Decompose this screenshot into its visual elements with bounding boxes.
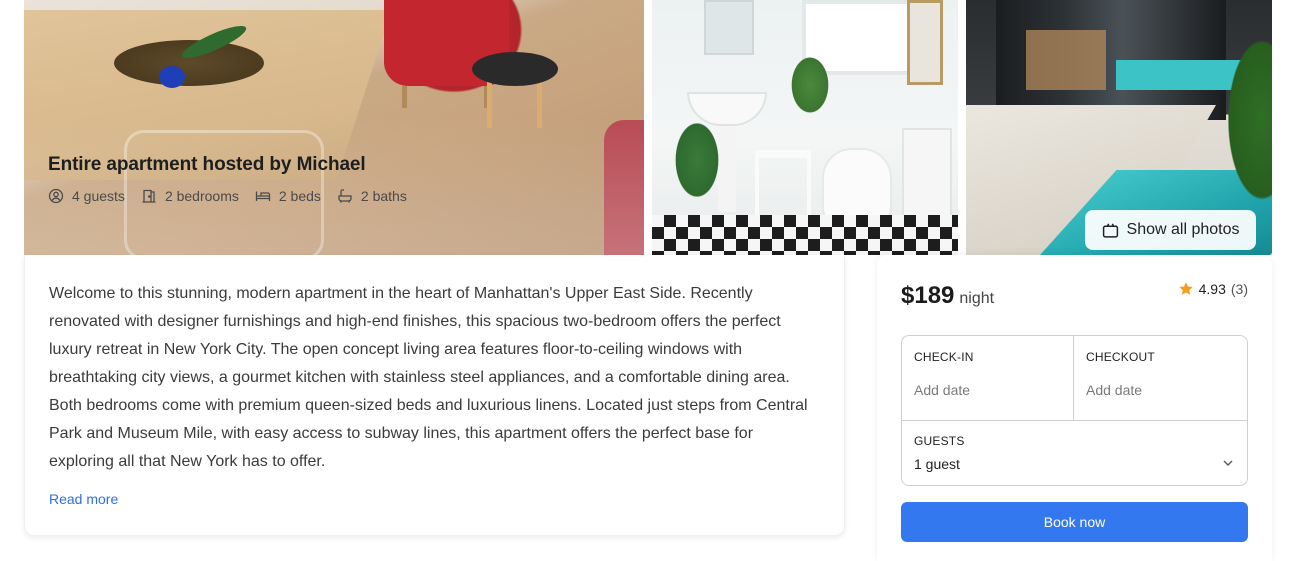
- fact-guests-label: 4 guests: [72, 188, 125, 204]
- tank-decor: [902, 128, 952, 228]
- stool-decor: [755, 150, 811, 222]
- plant-decor: [662, 100, 732, 220]
- cabinet-decor: [907, 0, 943, 85]
- description-text: Welcome to this stunning, modern apartme…: [49, 285, 808, 470]
- price-unit: night: [959, 290, 995, 307]
- checkin-value: Add date: [914, 382, 971, 398]
- checkin-label: CHECK-IN: [914, 350, 974, 364]
- bath-icon: [338, 189, 352, 203]
- price: $189 night: [901, 282, 994, 310]
- interior-decor: [1026, 30, 1106, 90]
- show-all-photos-button[interactable]: Show all photos: [1085, 210, 1256, 250]
- fact-beds-label: 2 beds: [278, 188, 321, 204]
- guests-value: 1 guest: [914, 456, 960, 472]
- review-count: (3): [1230, 281, 1248, 297]
- armchair-leg: [402, 86, 407, 108]
- fact-bedrooms-label: 2 bedrooms: [164, 188, 239, 204]
- photo-shade: [24, 115, 644, 255]
- listing-title: Entire apartment hosted by Michael: [48, 154, 366, 175]
- bed-icon: [255, 191, 271, 201]
- door-icon: [142, 189, 156, 203]
- rating: 4.93 (3): [1178, 281, 1248, 297]
- rating-value: 4.93: [1198, 281, 1226, 297]
- description-card: Welcome to this stunning, modern apartme…: [24, 255, 845, 536]
- flower-decor: [159, 66, 185, 88]
- checker-floor-decor: [652, 215, 958, 255]
- fact-baths: 2 baths: [337, 188, 407, 204]
- user-icon: [48, 188, 64, 204]
- bathroom-photo[interactable]: [652, 0, 958, 255]
- checkout-label: CHECKOUT: [1086, 350, 1155, 364]
- booking-picker: CHECK-IN Add date CHECKOUT Add date GUES…: [901, 335, 1248, 486]
- hanging-plant-decor: [780, 40, 840, 130]
- checkout-field[interactable]: CHECKOUT Add date: [1074, 336, 1247, 421]
- fact-bedrooms: 2 bedrooms: [141, 188, 239, 204]
- star-icon: [1178, 282, 1193, 295]
- main-photo[interactable]: [24, 0, 644, 255]
- show-all-photos-label: Show all photos: [1126, 221, 1240, 238]
- fact-baths-label: 2 baths: [360, 188, 407, 204]
- read-more-link[interactable]: Read more: [49, 491, 118, 507]
- checkin-field[interactable]: CHECK-IN Add date: [902, 336, 1074, 421]
- photos-icon: [1102, 222, 1118, 238]
- checkout-value: Add date: [1086, 382, 1143, 398]
- fact-beds: 2 beds: [255, 188, 321, 204]
- listing-facts: 4 guests 2 bedrooms 2 beds 2 baths: [48, 188, 423, 204]
- fact-guests: 4 guests: [48, 188, 125, 204]
- mirror-decor: [704, 0, 754, 55]
- book-now-button[interactable]: Book now: [901, 502, 1248, 542]
- guests-select[interactable]: GUESTS 1 guest: [902, 421, 1247, 485]
- chevron-down-icon: [1223, 460, 1233, 466]
- booking-card: $189 night 4.93 (3) CHECK-IN Add date CH…: [877, 255, 1272, 561]
- guests-label: GUESTS: [914, 434, 965, 448]
- price-amount: $189: [901, 282, 955, 309]
- side-table-decor: [472, 52, 558, 86]
